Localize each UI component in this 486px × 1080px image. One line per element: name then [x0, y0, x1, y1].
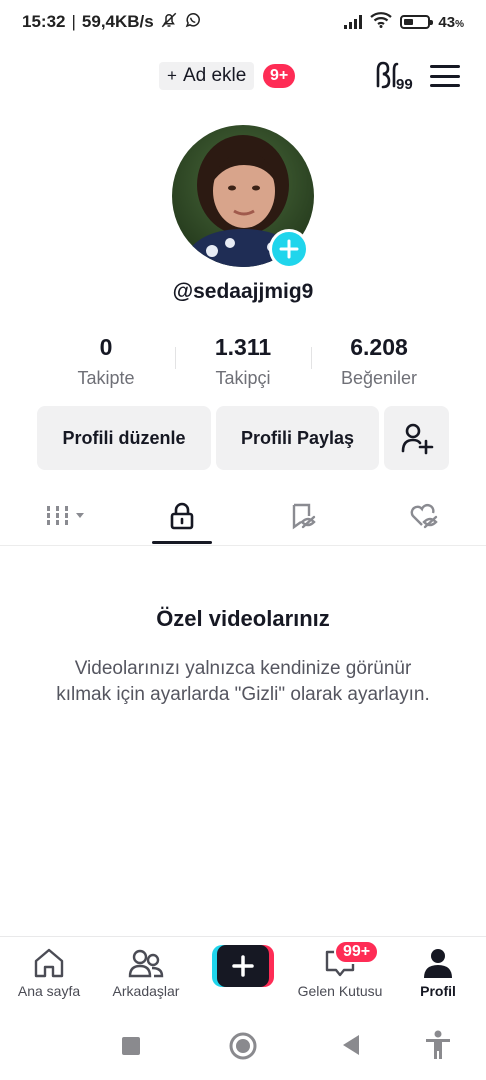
nav-profile[interactable]: Profil	[404, 937, 472, 1011]
status-bar: 15:32 | 59,4KB/s 43%	[0, 0, 486, 44]
grid-icon	[47, 506, 84, 525]
create-button[interactable]	[212, 945, 274, 987]
stat-likes[interactable]: 6.208 Beğeniler	[309, 334, 449, 389]
username: @sedaajjmig9	[172, 280, 314, 303]
inbox-badge: 99+	[334, 940, 380, 964]
accessibility-icon	[426, 1030, 450, 1059]
bookmark-hidden-icon	[292, 503, 316, 530]
nav-friends[interactable]: Arkadaşlar	[102, 937, 190, 1011]
share-profile-button[interactable]: Profili Paylaş	[216, 406, 379, 470]
tab-saved[interactable]	[258, 488, 348, 544]
nav-profile-label: Profil	[420, 983, 456, 999]
status-time: 15:32	[22, 12, 66, 31]
square-icon	[122, 1037, 140, 1055]
heart-hidden-icon	[410, 503, 438, 529]
network-speed: 59,4KB/s	[81, 12, 154, 31]
status-left: 15:32 | 59,4KB/s	[22, 11, 202, 34]
system-nav-bar	[0, 1010, 486, 1080]
stat-value: 1.311	[214, 334, 272, 360]
nav-friends-label: Arkadaşlar	[112, 983, 180, 999]
add-account-label: Ad ekle	[182, 65, 247, 86]
circle-icon	[229, 1032, 257, 1060]
home-button[interactable]	[229, 1032, 257, 1065]
nav-inbox-label: Gelen Kutusu	[297, 983, 383, 999]
add-friend-icon	[401, 423, 433, 455]
profile-icon	[424, 949, 452, 978]
bottom-nav: Ana sayfa Arkadaşlar Gelen Kutusu Profil	[0, 936, 486, 1010]
recents-button[interactable]	[121, 1036, 141, 1061]
stat-following[interactable]: 0 Takipte	[36, 334, 176, 389]
empty-state-description: Videolarınızı yalnızca kendinize görünür…	[56, 658, 430, 705]
plus-icon	[232, 955, 254, 977]
hamburger-menu-icon[interactable]	[430, 65, 460, 87]
plus-icon: +	[167, 66, 177, 85]
status-right: 43%	[344, 11, 464, 33]
notification-badge: 9+	[263, 64, 296, 88]
add-avatar-button[interactable]	[269, 229, 309, 269]
triangle-back-icon	[343, 1035, 359, 1055]
empty-state-title: Özel videolarınız	[156, 606, 330, 631]
stat-label: Takipçi	[215, 368, 271, 388]
tab-videos[interactable]	[20, 488, 110, 544]
add-account-button[interactable]: + Ad ekle	[159, 62, 255, 90]
signal-icon	[344, 15, 363, 29]
home-icon	[34, 948, 64, 978]
lock-icon	[170, 502, 194, 530]
stat-value: 0	[99, 334, 113, 360]
top-nav: + Ad ekle 9+ 99	[0, 56, 486, 96]
stat-label: Beğeniler	[340, 368, 418, 388]
stat-value: 6.208	[350, 334, 408, 360]
wifi-icon	[370, 11, 393, 33]
bell-off-icon	[160, 11, 178, 34]
tab-liked[interactable]	[380, 488, 470, 544]
plus-icon	[279, 239, 299, 259]
accessibility-button[interactable]	[424, 1030, 452, 1065]
stat-label: Takipte	[77, 368, 135, 388]
battery-percent: 43%	[438, 13, 464, 31]
whatsapp-icon	[184, 11, 202, 34]
stat-followers[interactable]: 1.311 Takipçi	[173, 334, 313, 389]
edit-profile-button[interactable]: Profili düzenle	[37, 406, 211, 470]
back-button[interactable]	[341, 1034, 361, 1061]
nav-home[interactable]: Ana sayfa	[6, 937, 92, 1011]
add-friend-button[interactable]	[384, 406, 449, 470]
svg-text:99: 99	[396, 76, 413, 93]
friends-icon	[128, 949, 164, 978]
status-separator: |	[71, 12, 76, 31]
active-tab-indicator	[152, 541, 212, 544]
profile-tabs	[0, 488, 486, 546]
battery-icon	[400, 15, 434, 29]
creator-tools-icon[interactable]: 99	[372, 58, 418, 94]
nav-home-label: Ana sayfa	[17, 983, 81, 999]
tab-private[interactable]	[137, 488, 227, 544]
